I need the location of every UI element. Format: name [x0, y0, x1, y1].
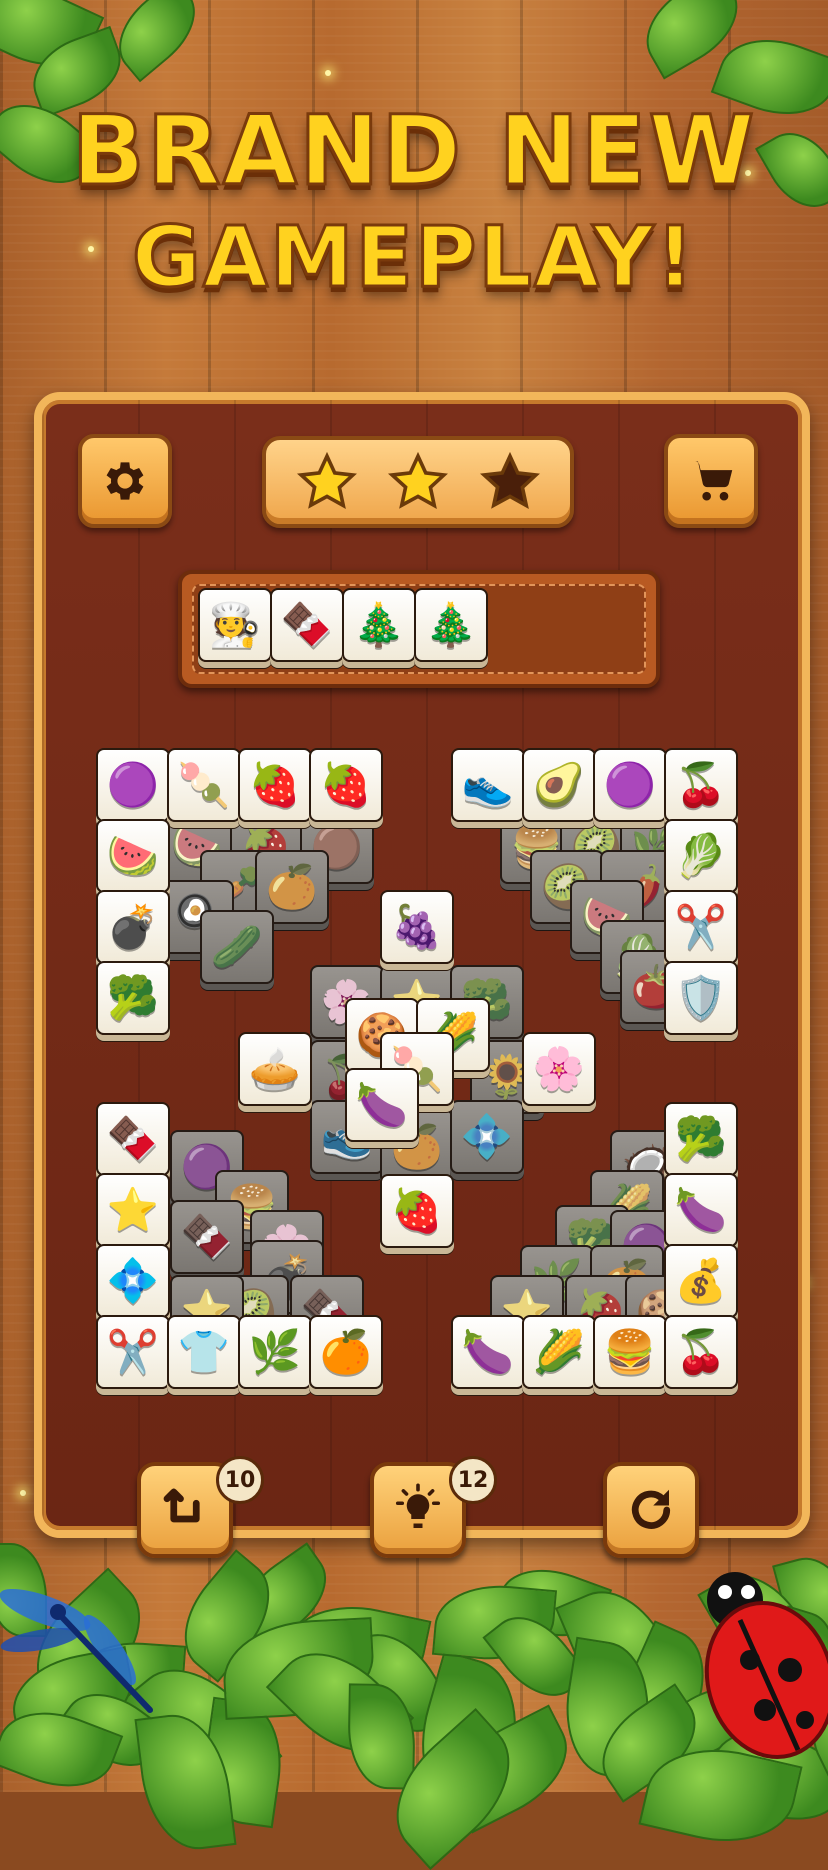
board-tile-symbol: 🍒: [674, 1327, 728, 1376]
board-tile-symbol: 🍓: [319, 760, 373, 809]
tray-tile[interactable]: 🍫: [270, 588, 344, 662]
board-tile[interactable]: 🥑: [522, 748, 596, 822]
cart-icon: [691, 461, 733, 501]
board-tile[interactable]: 🌿: [238, 1315, 312, 1389]
board-tile[interactable]: 👕: [167, 1315, 241, 1389]
ladybug-decoration: [704, 1572, 828, 1760]
board-tile-symbol: 🟣: [106, 760, 160, 809]
board-tile[interactable]: 🌽: [522, 1315, 596, 1389]
covered-tile-symbol: 🥒: [210, 922, 264, 971]
covered-tile-symbol: 💠: [460, 1112, 514, 1161]
board-tile[interactable]: 🍆: [345, 1068, 419, 1142]
covered-tile: 💠: [450, 1100, 524, 1174]
board-tile-symbol: 🥦: [106, 973, 160, 1022]
tray-tile-symbol: 🍫: [280, 600, 334, 649]
board-tile-symbol: 🍆: [674, 1185, 728, 1234]
board-tile-symbol: 🟣: [603, 760, 657, 809]
star-filled-icon: [387, 451, 448, 510]
lightbulb-icon: [395, 1483, 441, 1528]
board-tile-symbol: 👟: [461, 760, 515, 809]
board-tile[interactable]: 💠: [96, 1244, 170, 1318]
board-tile-symbol: 🍉: [106, 831, 160, 880]
tray-tile[interactable]: 🎄: [342, 588, 416, 662]
board-tile-symbol: 🍆: [355, 1080, 409, 1129]
board-tile[interactable]: 🍒: [664, 1315, 738, 1389]
board-tile[interactable]: 🍡: [167, 748, 241, 822]
board-tile[interactable]: ✂️: [664, 890, 738, 964]
board-tile-symbol: 🥧: [248, 1044, 302, 1093]
gear-icon: [106, 462, 144, 500]
board-tile-symbol: 🌿: [248, 1327, 302, 1376]
shop-button[interactable]: [664, 434, 758, 528]
board-tile[interactable]: 🍓: [380, 1174, 454, 1248]
tray-tile-symbol: 🎄: [352, 600, 406, 649]
covered-tile: 🍫: [170, 1200, 244, 1274]
board-tile-symbol: 🍆: [461, 1327, 515, 1376]
board-tile-symbol: 💠: [106, 1256, 160, 1305]
tray-tile-symbol: 🎄: [424, 600, 478, 649]
board-tile[interactable]: 👟: [451, 748, 525, 822]
board-tile-symbol: 🥬: [674, 831, 728, 880]
board-tile[interactable]: 🥦: [96, 961, 170, 1035]
board-tile-symbol: 🍓: [248, 760, 302, 809]
board-tile-symbol: 🍓: [390, 1186, 444, 1235]
board-tile[interactable]: 🥬: [664, 819, 738, 893]
board-tile-symbol: 🥑: [532, 760, 586, 809]
board-tile[interactable]: 🍔: [593, 1315, 667, 1389]
board-tile-symbol: ✂️: [106, 1327, 160, 1376]
board-tile-symbol: 💰: [674, 1256, 728, 1305]
board-tile-symbol: 🍔: [603, 1327, 657, 1376]
undo-count-badge: 10: [216, 1456, 264, 1504]
board-tile[interactable]: ⭐: [96, 1173, 170, 1247]
covered-tile-symbol: 🍊: [265, 862, 319, 911]
board-tile-symbol: 🍡: [177, 760, 231, 809]
star-filled-icon: [296, 451, 357, 510]
board-tile[interactable]: 🍫: [96, 1102, 170, 1176]
board-tile-symbol: 🥦: [674, 1114, 728, 1163]
tray-tile[interactable]: 🧑‍🍳: [198, 588, 272, 662]
board-tile[interactable]: ✂️: [96, 1315, 170, 1389]
board-tile[interactable]: 🍉: [96, 819, 170, 893]
board-tile-symbol: ✂️: [674, 902, 728, 951]
board-tile-symbol: ⭐: [106, 1185, 160, 1234]
board-tile[interactable]: 🍇: [380, 890, 454, 964]
board-tile-symbol: 🌸: [532, 1044, 586, 1093]
board-tile-symbol: 👕: [177, 1327, 231, 1376]
tray-tile[interactable]: 🎄: [414, 588, 488, 662]
board-tile[interactable]: 🥦: [664, 1102, 738, 1176]
undo-arrow-icon: [163, 1488, 200, 1523]
board-tile-symbol: 🛡️: [674, 973, 728, 1022]
board-tile-symbol: 🌽: [532, 1327, 586, 1376]
board-tile[interactable]: 💰: [664, 1244, 738, 1318]
board-tile[interactable]: 🍆: [664, 1173, 738, 1247]
shuffle-button[interactable]: [603, 1462, 699, 1558]
settings-button[interactable]: [78, 434, 172, 528]
board-tile-symbol: 🍫: [106, 1114, 160, 1163]
board-tile[interactable]: 🍊: [309, 1315, 383, 1389]
dragonfly-decoration: [0, 1588, 153, 1713]
board-tile[interactable]: 🍓: [238, 748, 312, 822]
board-tile[interactable]: 🌸: [522, 1032, 596, 1106]
covered-tile-symbol: 🍫: [180, 1212, 234, 1261]
star-empty-icon: [479, 451, 540, 510]
headline-line-2: GAMEPLAY!: [130, 207, 697, 308]
board-tile[interactable]: 🍓: [309, 748, 383, 822]
tray-tile-symbol: 🧑‍🍳: [208, 600, 262, 649]
board-tile[interactable]: 🟣: [593, 748, 667, 822]
covered-tile: 🥒: [200, 910, 274, 984]
board-tile-symbol: 🍇: [390, 902, 444, 951]
board-tile-symbol: 🍒: [674, 760, 728, 809]
board-tile[interactable]: 🛡️: [664, 961, 738, 1035]
board-tile[interactable]: 💣: [96, 890, 170, 964]
level-stars: [262, 436, 574, 528]
board-tile[interactable]: 🟣: [96, 748, 170, 822]
headline-line-1: BRAND NEW: [70, 94, 757, 209]
board-tile-symbol: 💣: [106, 902, 160, 951]
board-tile[interactable]: 🍆: [451, 1315, 525, 1389]
hint-count-badge: 12: [449, 1456, 497, 1504]
board-tile-symbol: 🍊: [319, 1327, 373, 1376]
board-tile[interactable]: 🍒: [664, 748, 738, 822]
board-tile[interactable]: 🥧: [238, 1032, 312, 1106]
refresh-icon: [631, 1489, 671, 1529]
